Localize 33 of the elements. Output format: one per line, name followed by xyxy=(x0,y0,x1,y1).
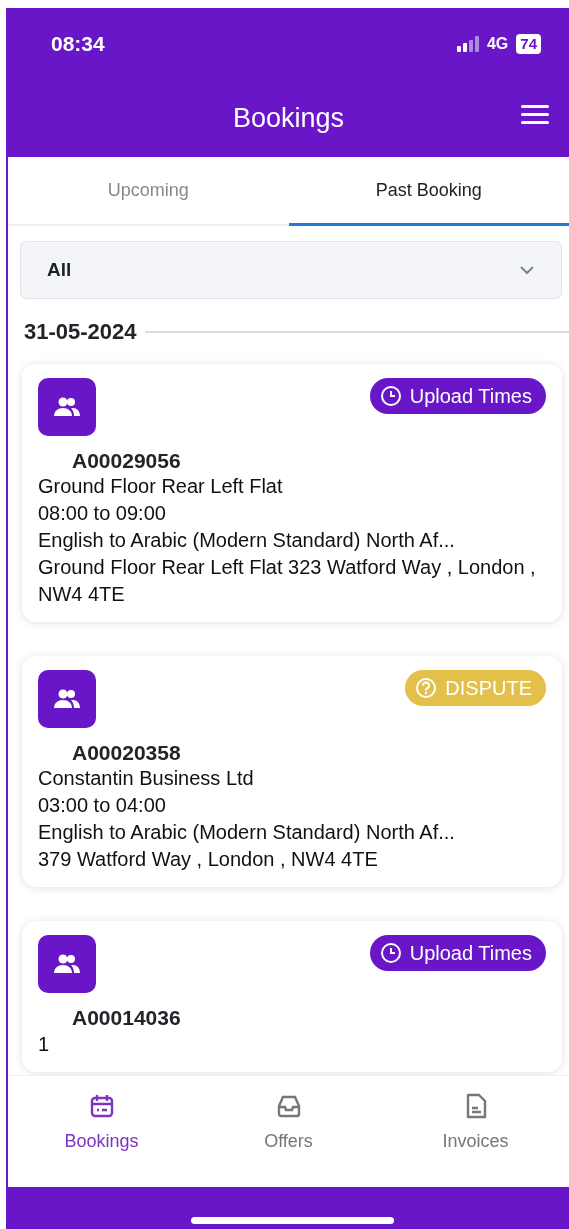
question-icon xyxy=(415,677,438,700)
upload-times-button[interactable]: Upload Times xyxy=(369,378,546,414)
booking-detail: English to Arabic (Modern Standard) North Af... xyxy=(38,820,456,846)
clock-icon xyxy=(379,385,402,407)
filter-dropdown[interactable]: All xyxy=(20,241,562,299)
booking-reference: A00014036 xyxy=(72,1005,182,1031)
upload-times-button[interactable]: Upload Times xyxy=(369,935,546,972)
booking-detail: Constantin Business Ltd xyxy=(38,766,255,792)
booking-reference: A00029056 xyxy=(72,448,182,474)
booking-detail: Ground Floor Rear Left Flat 323 Watford Way , London , NW4 4TE xyxy=(38,555,537,608)
nav-tab[interactable]: Offers xyxy=(195,1076,382,1187)
chevron-down-icon xyxy=(519,265,535,275)
clock-icon xyxy=(379,942,402,965)
tab[interactable]: Past Booking xyxy=(288,157,569,226)
booking-detail: 1 xyxy=(38,1031,51,1057)
people-icon xyxy=(38,670,96,729)
booking-detail: 03:00 to 04:00 xyxy=(38,793,167,819)
booking-detail: 379 Watford Way , London , NW4 4TE xyxy=(38,847,379,873)
status-time: 08:34 xyxy=(51,31,105,58)
page-title: Bookings xyxy=(232,102,345,136)
booking-reference: A00020358 xyxy=(72,740,182,766)
tab[interactable]: Upcoming xyxy=(8,157,289,226)
nav-tab[interactable]: Invoices xyxy=(382,1076,569,1187)
people-icon xyxy=(38,378,96,436)
people-icon xyxy=(38,935,96,994)
signal-icon xyxy=(456,36,479,52)
booking-detail: Ground Floor Rear Left Flat xyxy=(38,474,284,500)
battery-indicator: 74 xyxy=(516,34,541,54)
nav-tab[interactable]: Bookings xyxy=(8,1076,195,1187)
network-label: 4G xyxy=(486,34,509,54)
booking-detail: 08:00 to 09:00 xyxy=(38,501,167,527)
date-heading: 31-05-2024 xyxy=(24,318,137,346)
booking-detail: English to Arabic (Modern Standard) North Af... xyxy=(38,528,456,554)
